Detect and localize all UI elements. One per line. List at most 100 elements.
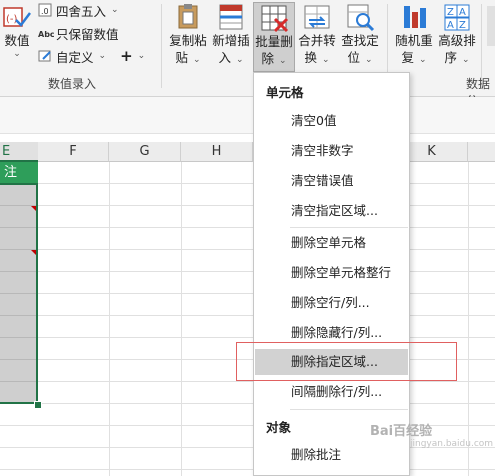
round-label: 四舍五入 (56, 3, 107, 19)
random-repeat-button[interactable]: 随机重 复 ⌄ (393, 2, 435, 72)
copy-paste-button[interactable]: 复制粘 贴 ⌄ (167, 2, 209, 72)
svg-text:.0: .0 (41, 7, 49, 16)
selected-row-line (0, 337, 36, 338)
column-header-next[interactable] (468, 142, 495, 162)
column-header-e[interactable]: E (0, 142, 38, 162)
ribbon: (-) 数值 ⌄ .0 四舍五入 ⌄ Abc 只保留数值 自定义 ⌄ + ⌄ 数… (0, 0, 495, 108)
find-locate-button[interactable]: 查找定 位 ⌄ (339, 2, 381, 72)
find-locate-label-1: 查找定 (341, 33, 379, 48)
menu-separator (290, 227, 408, 228)
chevron-down-icon: ⌄ (321, 55, 330, 65)
advanced-sort-label-2: 序 ⌄ (444, 50, 470, 65)
comment-indicator[interactable] (31, 250, 36, 255)
menu-item-clear-zero[interactable]: 清空0值 (255, 108, 408, 134)
chevron-down-icon: ⌄ (13, 49, 21, 59)
find-locate-label-2: 位 ⌄ (347, 50, 373, 65)
merge-convert-label-1: 合并转 (298, 33, 336, 48)
chevron-down-icon: ⌄ (192, 55, 201, 65)
chevron-down-icon: ⌄ (98, 51, 107, 61)
grid-line (0, 249, 495, 250)
menu-separator (290, 409, 408, 410)
random-icon (399, 2, 429, 32)
custom-button[interactable]: 自定义 ⌄ + ⌄ (38, 46, 145, 66)
grid-line (0, 293, 495, 294)
svg-text:Z: Z (459, 20, 466, 31)
grid-line (181, 162, 182, 476)
watermark-text: Bai百经验 (370, 424, 433, 439)
menu-item-delete-empty-cells[interactable]: 删除空单元格 (255, 230, 408, 256)
selected-row-line (0, 271, 36, 272)
menu-section-cells: 单元格 (266, 85, 304, 100)
grid-line (0, 337, 495, 338)
insert-rows-icon (216, 2, 246, 32)
selected-row-line (0, 381, 36, 382)
column-header-h[interactable]: H (181, 142, 253, 162)
column-header-f[interactable]: F (38, 142, 109, 162)
insert-label-2: 入 ⌄ (218, 50, 244, 65)
menu-item-interval-delete[interactable]: 间隔删除行/列... (255, 379, 408, 405)
grid-line (109, 162, 110, 476)
svg-text:A: A (447, 20, 454, 31)
menu-item-delete-empty-cell-rows[interactable]: 删除空单元格整行 (255, 260, 408, 286)
chevron-down-icon: ⌄ (461, 55, 470, 65)
numeric-value-button[interactable]: (-) 数值 ⌄ (0, 2, 34, 72)
delete-grid-icon (259, 3, 289, 33)
insert-label-1: 新增插 (212, 33, 250, 48)
selected-row-line (0, 315, 36, 316)
chevron-down-icon: ⌄ (418, 55, 427, 65)
chevron-down-icon: ⌄ (364, 55, 373, 65)
column-header-g[interactable]: G (109, 142, 181, 162)
svg-text:(-): (-) (6, 14, 18, 25)
selected-row-line (0, 359, 36, 360)
menu-item-clear-non-number[interactable]: 清空非数字 (255, 138, 408, 164)
merge-convert-button[interactable]: 合并转 换 ⌄ (296, 2, 338, 72)
menu-item-clear-range[interactable]: 清空指定区域... (255, 198, 408, 224)
chevron-down-icon: ⌄ (137, 51, 146, 61)
number-format-icon: (-) (2, 2, 32, 32)
numeric-value-label: 数值 (4, 33, 30, 48)
fill-handle[interactable] (34, 401, 42, 409)
svg-text:Z: Z (447, 7, 454, 18)
insert-button[interactable]: 新增插 入 ⌄ (210, 2, 252, 72)
batch-delete-menu: 单元格 清空0值 清空非数字 清空错误值 清空指定区域... 删除空单元格 删除… (253, 72, 410, 476)
ribbon-overflow-edge (487, 6, 495, 46)
batch-delete-label-1: 批量删 (255, 34, 293, 49)
grid-line (0, 315, 495, 316)
menu-section-objects: 对象 (266, 420, 292, 435)
menu-item-clear-errors[interactable]: 清空错误值 (255, 168, 408, 194)
header-cell[interactable]: 注 (0, 162, 38, 183)
grid-line (0, 205, 495, 206)
advanced-sort-button[interactable]: ZAAZ 高级排 序 ⌄ (436, 2, 478, 72)
svg-text:A: A (459, 7, 466, 18)
group-separator (161, 4, 162, 88)
abc-icon: Abc (38, 26, 55, 40)
sort-az-icon: ZAAZ (442, 2, 472, 32)
selected-row-line (0, 227, 36, 228)
copy-paste-label-2: 贴 ⌄ (175, 50, 201, 65)
grid-line (0, 381, 495, 382)
grid-line (0, 271, 495, 272)
chevron-down-icon: ⌄ (235, 55, 244, 65)
grid-line (0, 183, 495, 184)
merge-convert-label-2: 换 ⌄ (304, 50, 330, 65)
chevron-down-icon: ⌄ (111, 5, 119, 15)
merge-convert-icon (302, 2, 332, 32)
comment-indicator[interactable] (31, 206, 36, 211)
random-repeat-label-2: 复 ⌄ (401, 50, 427, 65)
batch-delete-button[interactable]: 批量删 除 ⌄ (253, 2, 295, 72)
menu-item-delete-empty-rows-cols[interactable]: 删除空行/列... (255, 290, 408, 316)
clipboard-icon (173, 2, 203, 32)
batch-delete-label-2: 除 ⌄ (261, 51, 287, 66)
random-repeat-label-1: 随机重 (395, 33, 433, 48)
keep-values-button[interactable]: Abc 只保留数值 (38, 23, 119, 43)
grid-line (0, 403, 495, 404)
keep-values-label: 只保留数值 (56, 26, 119, 42)
find-icon (345, 2, 375, 32)
round-button[interactable]: .0 四舍五入 ⌄ (38, 0, 119, 20)
watermark: Bai百经验 jingyan.baidu.com (370, 420, 493, 449)
plus-icon[interactable]: + (120, 47, 133, 65)
advanced-sort-label-1: 高级排 (438, 33, 476, 48)
formula-bar-area (0, 97, 495, 134)
grid-line (0, 227, 495, 228)
svg-text:Abc: Abc (38, 30, 54, 39)
